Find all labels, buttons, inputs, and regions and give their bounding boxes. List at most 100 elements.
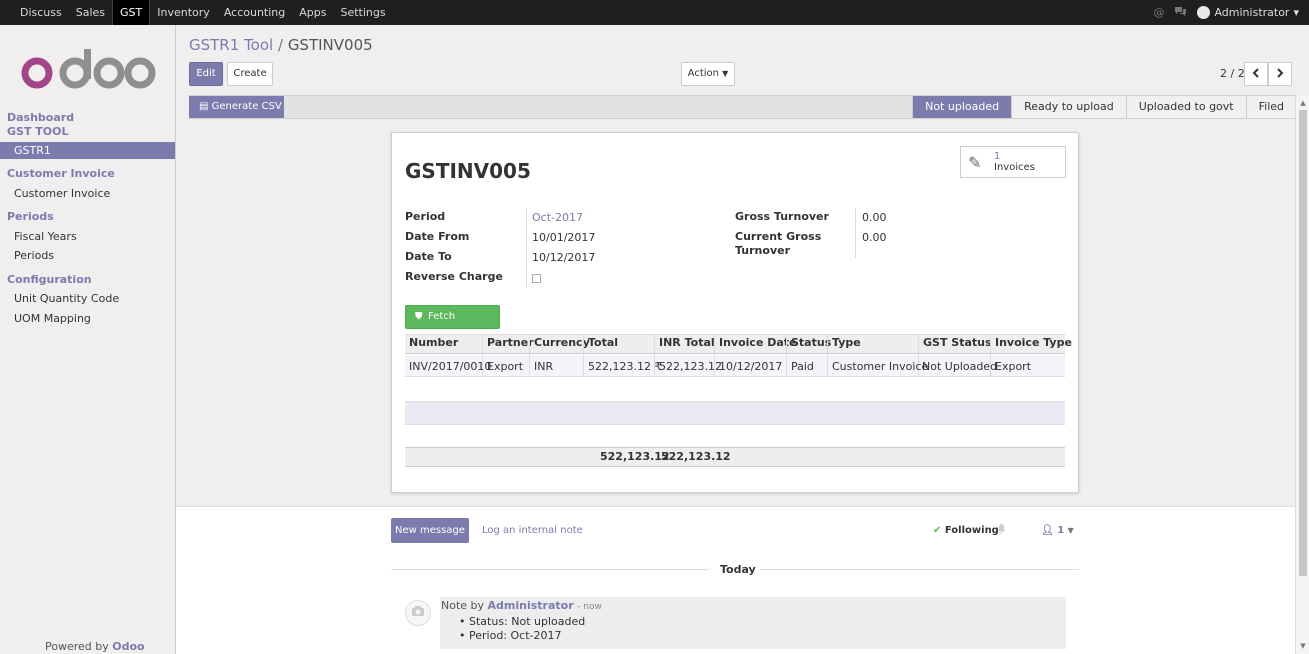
menu-gst[interactable]: GST [112, 0, 151, 25]
cell-total: 522,123.12 ₹ [588, 360, 662, 373]
current-gross-label-line2: Turnover [735, 244, 790, 257]
generate-csv-label: Generate CSV [211, 101, 282, 112]
pencil-square-icon: ✎ [968, 153, 982, 172]
column-separator [827, 334, 828, 377]
followers-dropdown[interactable]: 👤︎ 1 ▼ [1041, 525, 1074, 536]
column-gst-status[interactable]: GST Status [923, 336, 992, 349]
cell-gst-status: Not Uploaded [922, 360, 998, 373]
pager-next-button[interactable] [1268, 62, 1292, 86]
column-total[interactable]: Total [588, 336, 618, 349]
at-sign-icon[interactable]: @ [1153, 6, 1164, 19]
stage-uploaded-to-govt[interactable]: Uploaded to govt [1125, 96, 1246, 118]
current-gross-label-line1: Current Gross [735, 230, 822, 243]
sidebar-item-uom-mapping[interactable]: UOM Mapping [14, 312, 91, 325]
record-title: GSTINV005 [405, 159, 531, 183]
sidebar-item-fiscal-years[interactable]: Fiscal Years [14, 230, 77, 243]
stage-not-uploaded[interactable]: Not uploaded [912, 96, 1012, 118]
menu-settings[interactable]: Settings [333, 0, 392, 25]
column-type[interactable]: Type [832, 336, 861, 349]
column-inr-total[interactable]: INR Total [659, 336, 715, 349]
menu-apps[interactable]: Apps [292, 0, 333, 25]
sidebar-item-customer-invoice[interactable]: Customer Invoice [14, 187, 110, 200]
column-invoice-date[interactable]: Invoice Date [719, 336, 797, 349]
log-note-button[interactable]: Log an internal note [482, 525, 583, 536]
cell-invoice-type: Export [995, 360, 1032, 373]
scrollbar[interactable]: ▲ ▼ [1295, 96, 1309, 654]
top-navbar: Discuss Sales GST Inventory Accounting A… [0, 0, 1309, 25]
column-currency[interactable]: Currency [534, 336, 590, 349]
date-from-value: 10/01/2017 [532, 231, 596, 244]
edit-button[interactable]: Edit [189, 62, 223, 86]
cell-status: Paid [791, 360, 814, 373]
column-status[interactable]: Status [791, 336, 831, 349]
new-message-button[interactable]: New message [391, 518, 469, 543]
cell-inr-total: 522,123.12 [659, 360, 722, 373]
sidebar-item-periods[interactable]: Periods [14, 249, 54, 262]
followers-count: 1 [1057, 525, 1065, 536]
chat-bubbles-icon[interactable] [1174, 6, 1187, 20]
sidebar-section-configuration[interactable]: Configuration [7, 273, 92, 286]
following-button[interactable]: ✔ Following [933, 525, 999, 536]
sidebar-section-periods[interactable]: Periods [7, 210, 54, 223]
sidebar-item-gstr1[interactable]: GSTR1 [0, 142, 175, 159]
generate-csv-button[interactable]: ▤ Generate CSV [189, 96, 284, 118]
footer-total: 522,123.12 [600, 450, 670, 463]
status-stages: Not uploaded Ready to upload Uploaded to… [912, 96, 1296, 118]
current-gross-value: 0.00 [862, 231, 887, 244]
odoo-logo[interactable] [20, 47, 156, 93]
user-icon: 👤︎ [1041, 525, 1054, 536]
camera-icon [405, 600, 431, 626]
empty-row [405, 401, 1065, 425]
chevron-left-icon [1252, 68, 1259, 78]
scrollbar-thumb[interactable] [1299, 110, 1307, 576]
period-value[interactable]: Oct-2017 [532, 211, 583, 224]
user-menu[interactable]: Administrator ▾ [1197, 6, 1299, 19]
user-name: Administrator [1214, 6, 1290, 19]
stage-filed[interactable]: Filed [1245, 96, 1296, 118]
menu-inventory[interactable]: Inventory [150, 0, 217, 25]
tracking-status: Status: Not uploaded [469, 615, 586, 628]
create-button[interactable]: Create [227, 62, 273, 86]
divider [760, 569, 1079, 570]
cell-invoice-date: 10/12/2017 [719, 360, 783, 373]
bell-icon[interactable] [997, 524, 1006, 537]
invoices-label: Invoices [994, 162, 1035, 173]
cell-number: INV/2017/0010 [409, 360, 492, 373]
action-dropdown[interactable]: Action ▼ [681, 62, 735, 86]
reverse-charge-checkbox[interactable] [532, 274, 541, 283]
caret-down-icon: ▾ [1293, 6, 1299, 19]
gross-turnover-value: 0.00 [862, 211, 887, 224]
invoices-smart-button[interactable]: ✎ 1 Invoices [960, 146, 1066, 178]
date-to-label: Date To [405, 250, 452, 263]
sidebar-section-customer-invoice[interactable]: Customer Invoice [7, 167, 115, 180]
breadcrumb-parent[interactable]: GSTR1 Tool [189, 36, 273, 54]
stage-ready-to-upload[interactable]: Ready to upload [1011, 96, 1126, 118]
message-tracking-item: • Period: Oct-2017 [459, 629, 562, 642]
pager-value[interactable]: 2 / 2 [1220, 67, 1245, 81]
date-from-label: Date From [405, 230, 470, 243]
column-invoice-type[interactable]: Invoice Type [995, 336, 1072, 349]
sidebar-item-unit-quantity-code[interactable]: Unit Quantity Code [14, 292, 119, 305]
shield-icon: ⛊ [415, 311, 423, 322]
message-header: Note by Administrator - now [441, 599, 602, 612]
following-label: Following [944, 525, 999, 536]
pager-previous-button[interactable] [1244, 62, 1268, 86]
column-number[interactable]: Number [409, 336, 458, 349]
sidebar-item-dashboard[interactable]: Dashboard [7, 111, 74, 124]
sidebar: odoo Dashboard GST TOOL GSTR1 Customer I… [0, 25, 176, 654]
footer-inr-total: 522,123.12 [661, 450, 731, 463]
column-partner[interactable]: Partner [487, 336, 534, 349]
field-divider [526, 208, 527, 288]
scroll-down-icon[interactable]: ▼ [1299, 642, 1307, 650]
file-icon: ▤ [199, 101, 209, 112]
fetch-invoices-button[interactable]: ⛊ Fetch Invoices [405, 305, 500, 344]
divider [391, 569, 709, 570]
scroll-up-icon[interactable]: ▲ [1299, 99, 1307, 107]
powered-by-link[interactable]: Odoo [112, 640, 144, 653]
menu-sales[interactable]: Sales [69, 0, 112, 25]
systray: @ Administrator ▾ [1153, 0, 1299, 25]
message-author[interactable]: Administrator [488, 599, 574, 612]
menu-accounting[interactable]: Accounting [217, 0, 292, 25]
menu-discuss[interactable]: Discuss [13, 0, 69, 25]
sidebar-section-gst-tool[interactable]: GST TOOL [7, 125, 69, 138]
